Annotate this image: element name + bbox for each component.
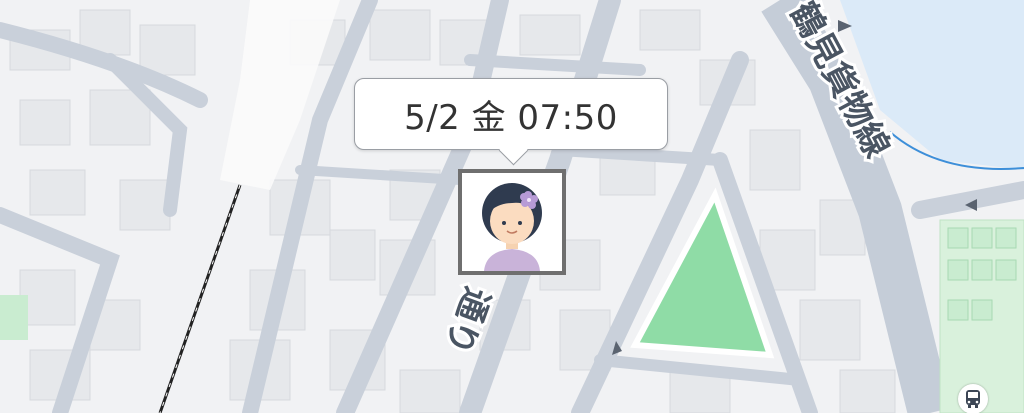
person-avatar-marker[interactable]: [458, 169, 566, 275]
bus-stop-icon[interactable]: [958, 384, 988, 413]
person-avatar-icon: [462, 173, 562, 271]
time-popup[interactable]: 5/2 金 07:50: [354, 78, 668, 166]
time-popup-text: 5/2 金 07:50: [404, 97, 618, 138]
map-view[interactable]: 鶴見貨物線 通り 5/2 金 07:50: [0, 0, 1024, 413]
park-area: [630, 187, 775, 359]
green-block-left: [0, 295, 28, 340]
